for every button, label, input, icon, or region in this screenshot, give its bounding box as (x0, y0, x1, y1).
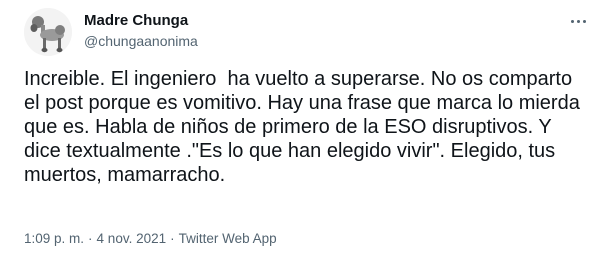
poodle-avatar-icon (24, 8, 72, 56)
author-display-name[interactable]: Madre Chunga (84, 12, 188, 30)
tweet-date[interactable]: 4 nov. 2021 (97, 231, 167, 246)
more-horizontal-icon (570, 19, 574, 23)
avatar[interactable] (24, 8, 72, 56)
more-options-button[interactable] (565, 10, 591, 32)
meta-separator: · (88, 231, 93, 246)
tweet-source[interactable]: Twitter Web App (179, 231, 277, 246)
meta-separator: · (170, 231, 175, 246)
tweet-time[interactable]: 1:09 p. m. (24, 231, 84, 246)
tweet-text: Increible. El ingeniero ha vuelto a supe… (24, 68, 586, 186)
tweet-metadata: 1:09 p. m. · 4 nov. 2021 · Twitter Web App (24, 231, 277, 247)
tweet-card: Madre Chunga @chungaanonima Increible. E… (0, 0, 605, 263)
more-horizontal-icon-dot (576, 19, 580, 23)
author-handle[interactable]: @chungaanonima (84, 33, 198, 50)
more-horizontal-icon-dot (582, 19, 586, 23)
